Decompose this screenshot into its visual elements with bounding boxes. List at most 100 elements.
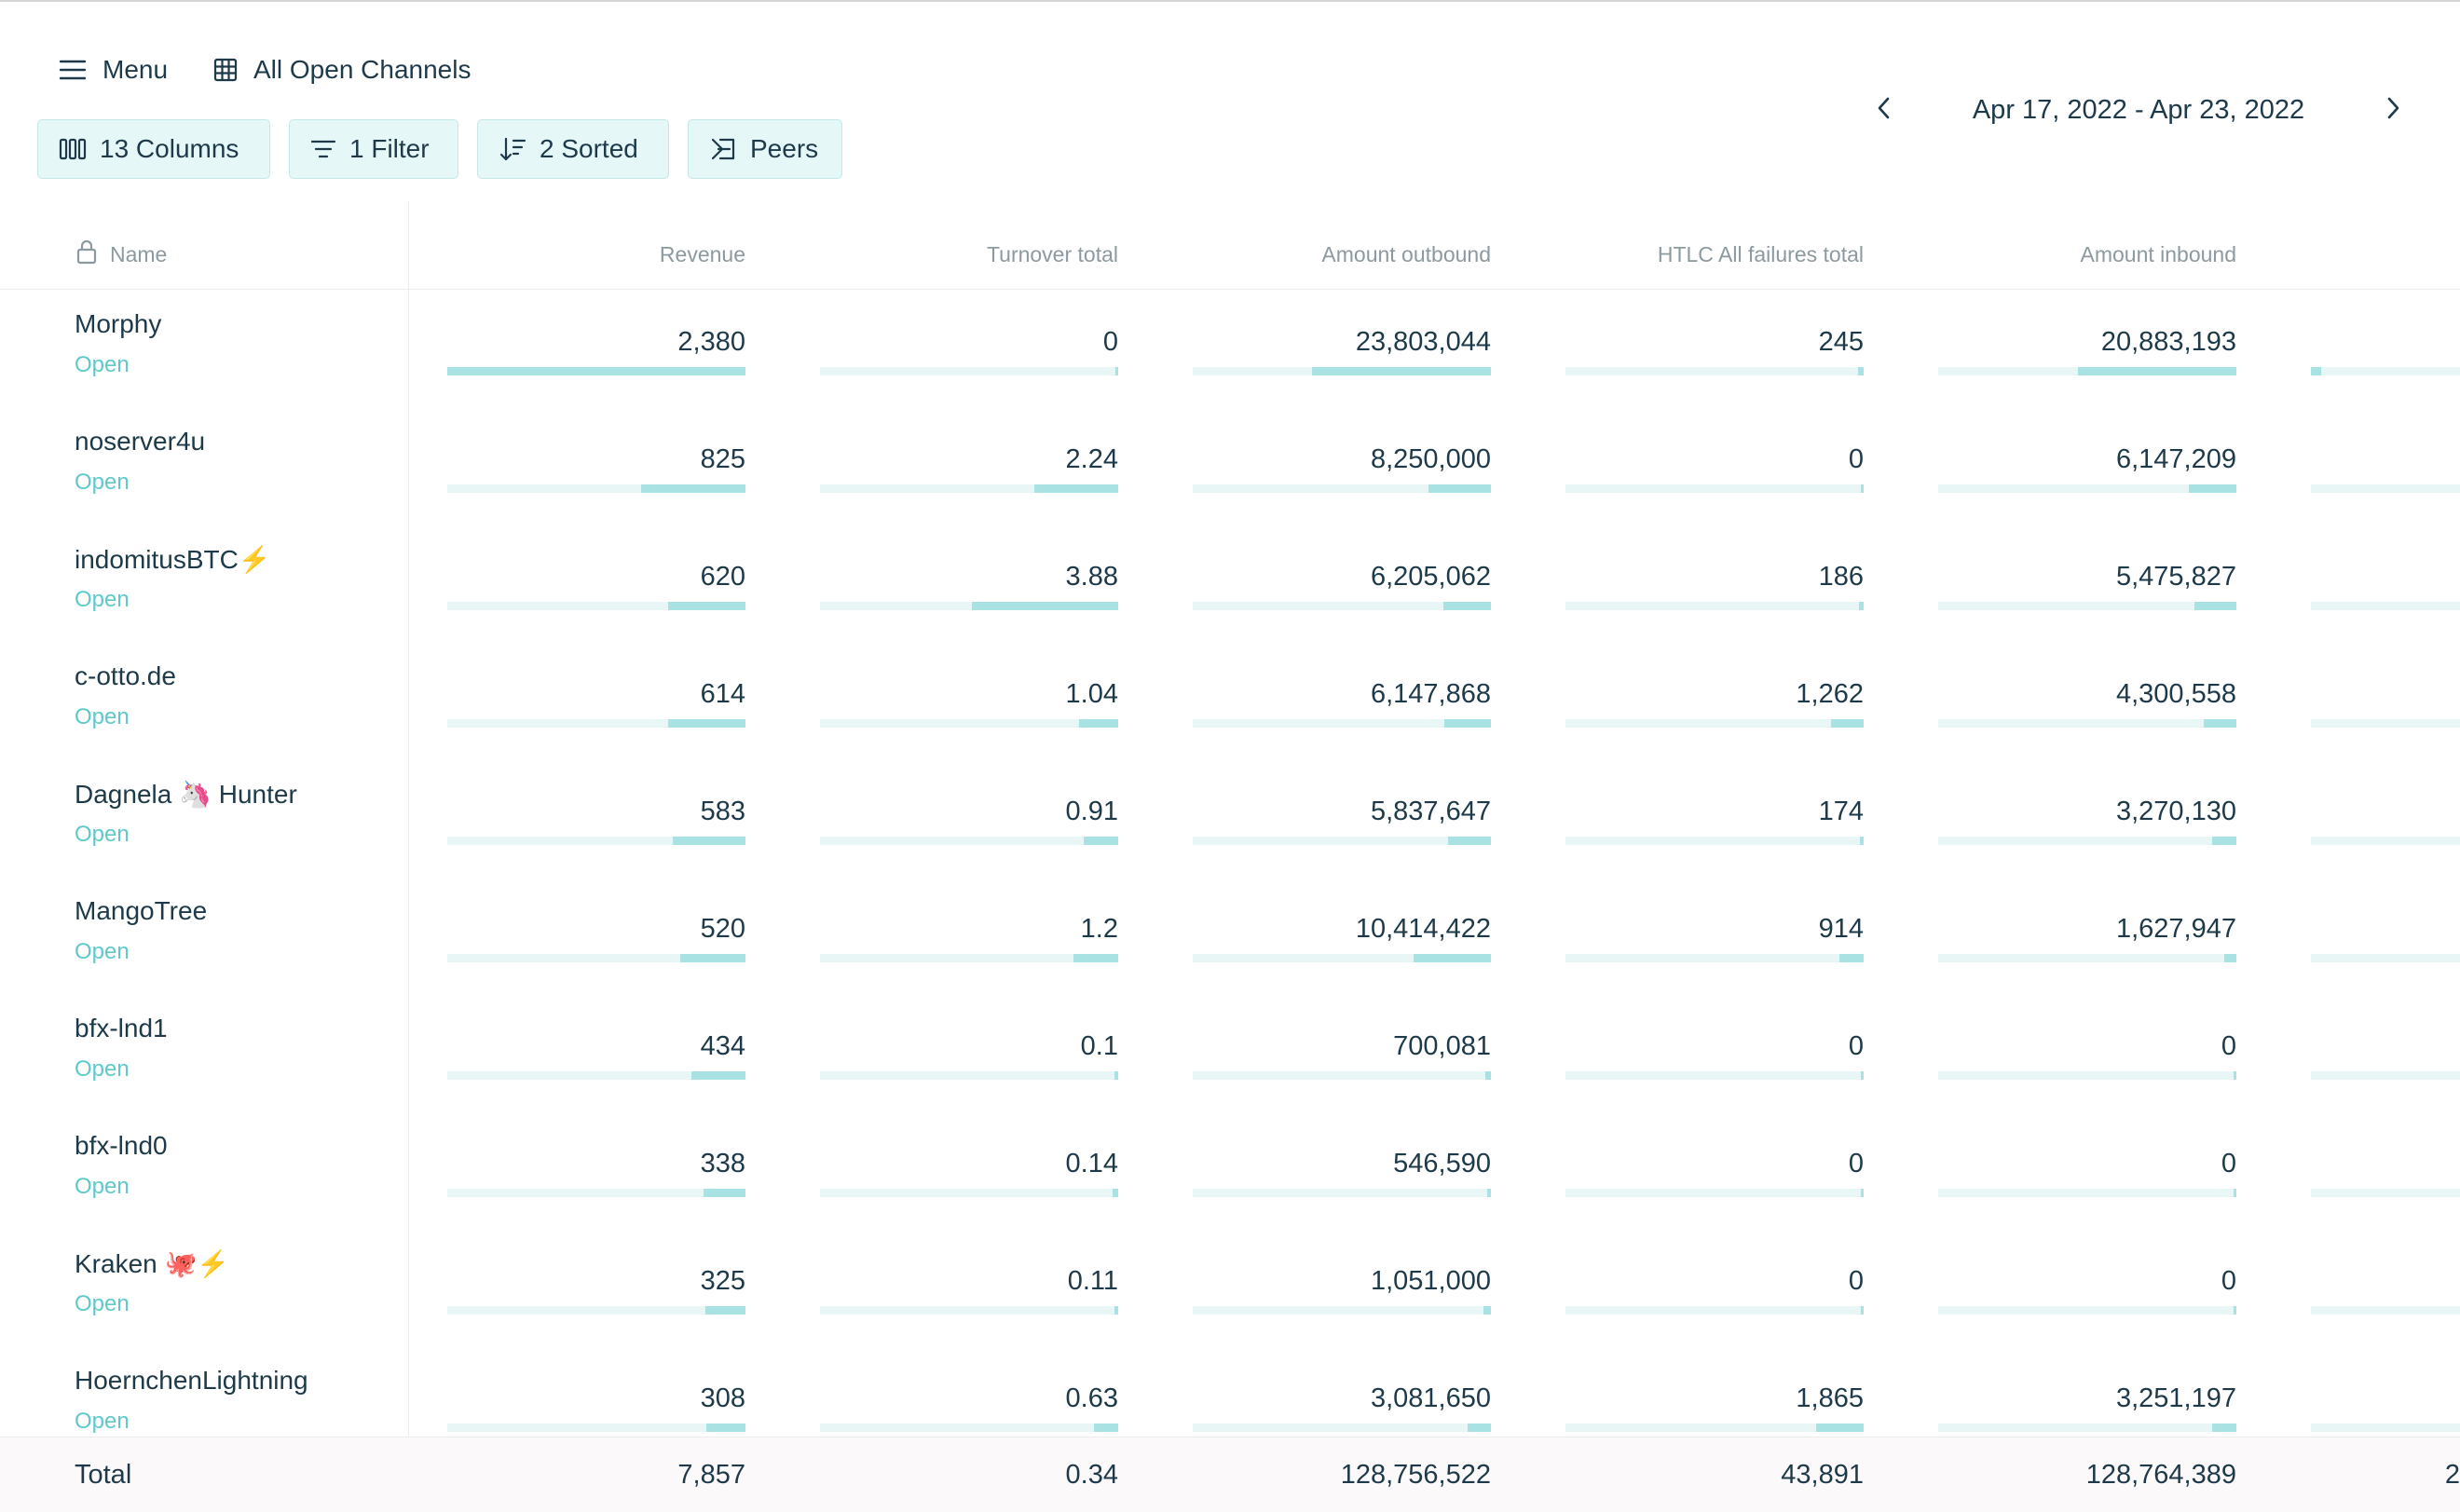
amount-outbound-bar: [1193, 1306, 1491, 1314]
peers-icon: [709, 136, 737, 162]
amount-outbound-bar: [1193, 719, 1491, 728]
previous-week-button[interactable]: [1864, 89, 1905, 130]
htlc-failures-bar-fill: [1860, 1189, 1864, 1197]
turnover-value: 2.24: [1065, 444, 1118, 474]
turnover-bar-fill: [972, 602, 1118, 610]
total-amount-inbound: 128,764,389: [2085, 1460, 2236, 1490]
amount-inbound-bar: [1938, 602, 2236, 610]
htlc-failures-bar: [1565, 367, 1864, 375]
amount-inbound-bar-fill: [2212, 837, 2236, 845]
chevron-left-icon: [1875, 95, 1893, 126]
peers-button[interactable]: Peers: [688, 119, 842, 179]
htlc-failures-column-header[interactable]: HTLC All failures total: [1565, 220, 1864, 289]
total-turnover: 0.34: [1065, 1460, 1118, 1490]
table-row[interactable]: Kraken 🐙⚡ Open 325 0.11 1,051,000 0 0: [0, 1230, 2460, 1347]
turnover-bar-fill: [1079, 719, 1118, 728]
channel-status: Open: [75, 1174, 130, 1199]
turnover-bar-fill: [1114, 1071, 1118, 1080]
channel-name[interactable]: Kraken 🐙⚡: [75, 1248, 229, 1279]
amount-outbound-value: 1,051,000: [1370, 1266, 1491, 1296]
table-row[interactable]: Dagnela 🦄 Hunter Open 583 0.91 5,837,647…: [0, 760, 2460, 878]
htlc-failures-bar-fill: [1860, 1306, 1864, 1314]
channel-name[interactable]: c-otto.de: [75, 661, 176, 691]
columns-label: 13 Columns: [100, 134, 239, 163]
amount-inbound-bar: [1938, 954, 2236, 962]
channel-name[interactable]: indomitusBTC⚡: [75, 544, 271, 575]
channel-status: Open: [75, 352, 130, 377]
revenue-bar: [447, 719, 745, 728]
peers-label: Peers: [750, 134, 819, 163]
revenue-value: 520: [700, 914, 745, 944]
amount-inbound-column-header[interactable]: Amount inbound: [1938, 220, 2236, 289]
sort-button[interactable]: 2 Sorted: [477, 119, 669, 179]
htlc-failures-bar: [1565, 1189, 1864, 1197]
filter-icon: [310, 138, 336, 160]
filter-button[interactable]: 1 Filter: [289, 119, 458, 179]
columns-button[interactable]: 13 Columns: [37, 119, 270, 179]
next-week-button[interactable]: [2372, 89, 2413, 130]
revenue-bar-fill: [641, 484, 745, 493]
table-row[interactable]: c-otto.de Open 614 1.04 6,147,868 1,262 …: [0, 643, 2460, 760]
revenue-column-header[interactable]: Revenue: [447, 220, 745, 289]
name-column-header[interactable]: Name: [76, 220, 167, 289]
turnover-value: 3.88: [1065, 562, 1118, 592]
total-htlc-failures: 43,891: [1781, 1460, 1864, 1490]
extra-column-bar: [2311, 602, 2460, 610]
revenue-value: 325: [700, 1266, 745, 1296]
amount-inbound-bar: [1938, 1306, 2236, 1314]
turnover-column-header[interactable]: Turnover total: [820, 220, 1118, 289]
channel-name[interactable]: Morphy: [75, 309, 161, 339]
sort-icon: [499, 136, 526, 162]
amount-inbound-value: 6,147,209: [2115, 444, 2236, 474]
amount-inbound-bar-fill: [2203, 719, 2236, 728]
view-selector[interactable]: All Open Channels: [212, 48, 471, 91]
htlc-failures-bar: [1565, 484, 1864, 493]
revenue-value: 620: [700, 562, 745, 592]
table-header: Name Revenue Turnover total Amount outbo…: [0, 220, 2460, 290]
channel-name[interactable]: bfx-lnd0: [75, 1131, 168, 1161]
hamburger-icon: [58, 58, 88, 82]
revenue-bar-fill: [704, 1306, 745, 1314]
amount-outbound-bar: [1193, 1189, 1491, 1197]
table-row[interactable]: Morphy Open 2,380 0 23,803,044 245 20,88…: [0, 291, 2460, 408]
revenue-bar-fill: [667, 719, 745, 728]
table-row[interactable]: bfx-lnd1 Open 434 0.1 700,081 0 0: [0, 995, 2460, 1112]
amount-outbound-column-header[interactable]: Amount outbound: [1193, 220, 1491, 289]
htlc-failures-bar-fill: [1839, 954, 1864, 962]
menu-button[interactable]: Menu: [58, 48, 168, 91]
revenue-bar: [447, 602, 745, 610]
amount-outbound-value: 6,147,868: [1370, 679, 1491, 709]
revenue-value: 434: [700, 1031, 745, 1061]
channel-name[interactable]: noserver4u: [75, 427, 205, 456]
revenue-bar: [447, 484, 745, 493]
table-row[interactable]: bfx-lnd0 Open 338 0.14 546,590 0 0: [0, 1112, 2460, 1230]
htlc-failures-bar-fill: [1859, 602, 1864, 610]
revenue-bar: [447, 1189, 745, 1197]
table-row[interactable]: indomitusBTC⚡ Open 620 3.88 6,205,062 18…: [0, 525, 2460, 643]
amount-inbound-bar-fill: [2233, 1306, 2236, 1314]
table-row[interactable]: noserver4u Open 825 2.24 8,250,000 0 6,1…: [0, 408, 2460, 525]
turnover-value: 0: [1102, 327, 1118, 357]
channel-name[interactable]: MangoTree: [75, 896, 207, 926]
htlc-failures-value: 914: [1818, 914, 1864, 944]
amount-outbound-bar-fill: [1444, 719, 1491, 728]
channel-name[interactable]: HoernchenLightning: [75, 1366, 308, 1396]
date-range-label[interactable]: Apr 17, 2022 - Apr 23, 2022: [1920, 89, 2358, 130]
name-header-label: Name: [110, 241, 168, 266]
amount-outbound-bar: [1193, 367, 1491, 375]
revenue-value: 338: [700, 1149, 745, 1178]
amount-inbound-bar-fill: [2212, 1423, 2236, 1432]
channel-name[interactable]: Dagnela 🦄 Hunter: [75, 779, 297, 810]
total-extra-column: 2: [2444, 1460, 2460, 1490]
table-row[interactable]: MangoTree Open 520 1.2 10,414,422 914 1,…: [0, 878, 2460, 995]
amount-outbound-value: 23,803,044: [1355, 327, 1491, 357]
channel-name[interactable]: bfx-lnd1: [75, 1014, 168, 1043]
htlc-failures-bar-fill: [1859, 837, 1864, 845]
revenue-value: 825: [700, 444, 745, 474]
extra-column-bar-fill: [2311, 367, 2322, 375]
amount-outbound-bar: [1193, 602, 1491, 610]
revenue-bar: [447, 367, 745, 375]
total-amount-outbound: 128,756,522: [1340, 1460, 1491, 1490]
turnover-value: 0.63: [1065, 1383, 1118, 1413]
channel-status: Open: [75, 939, 130, 964]
